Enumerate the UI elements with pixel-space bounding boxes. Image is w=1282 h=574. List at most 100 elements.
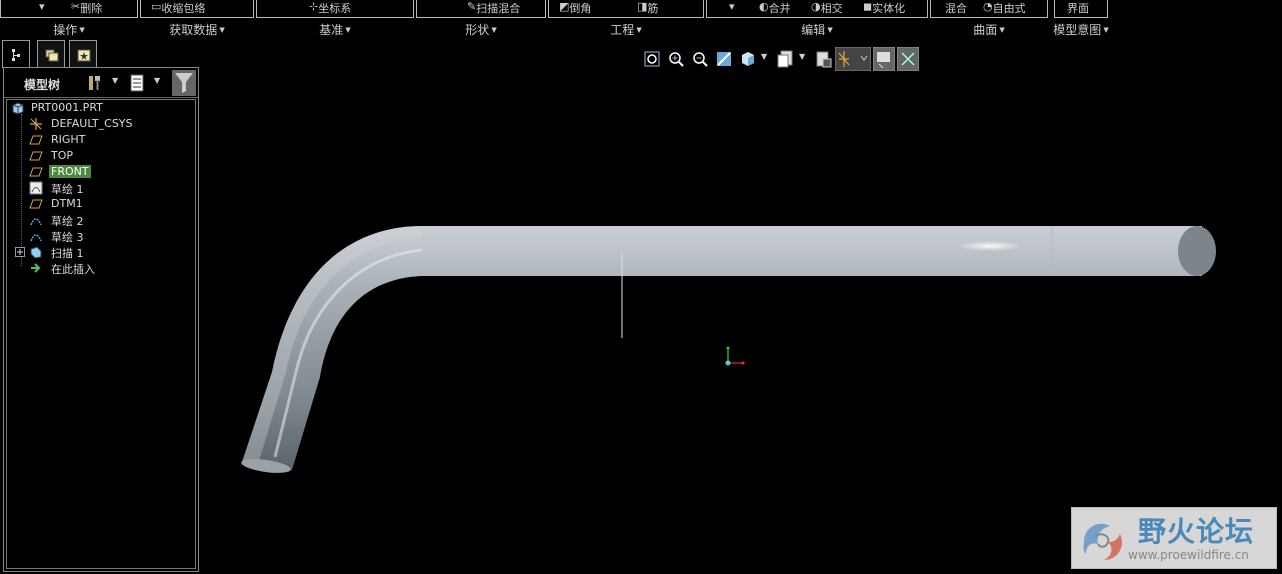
tree-guide-line	[21, 114, 22, 266]
ribbon-group-label-engineering[interactable]: 工程 ▼	[548, 21, 704, 38]
chamfer-button[interactable]: ◩ 倒角	[559, 0, 591, 15]
ribbon-row: ▾ ◐ 合并 ◑ 相交 ◼ 实体化	[706, 0, 928, 18]
display-style-icon[interactable]	[739, 49, 757, 69]
zoom-out-icon[interactable]	[691, 49, 709, 69]
tree-node-label: 草绘 2	[51, 215, 84, 228]
merge-button[interactable]: ◐ 合并	[759, 0, 791, 15]
model-tree-title: 模型树	[24, 78, 61, 92]
tab-model-tree[interactable]	[2, 40, 30, 68]
favorites-icon	[77, 49, 91, 62]
tree-node-label: DEFAULT_CSYS	[51, 117, 133, 130]
datum-display-icon[interactable]	[835, 47, 871, 71]
merge-label: 合并	[768, 2, 791, 15]
coordinate-triad-icon	[725, 346, 745, 366]
ribbon-row: ▾ ✂ 删除	[0, 0, 138, 18]
tree-node-label: PRT0001.PRT	[31, 101, 103, 114]
tree-node-label: 在此插入	[51, 263, 95, 276]
datum-plane-icon	[29, 151, 43, 161]
tree-icon	[12, 49, 20, 61]
intersect-button[interactable]: ◑ 相交	[811, 0, 843, 15]
ribbon-group-surfaces: 混合 ◔ 自由式 曲面 ▼	[930, 0, 1048, 40]
datum-plane-icon	[29, 135, 43, 145]
saved-orientations-icon[interactable]	[777, 49, 795, 69]
ribbon-group-get-data: ▭ 收缩包络 获取数据 ▼	[140, 0, 254, 40]
tree-node-label: 草绘 3	[51, 231, 84, 244]
ribbon-group-label-model-intent[interactable]: 模型意图 ▼	[1050, 21, 1112, 38]
ribbon-group-label-datum[interactable]: 基准 ▼	[256, 21, 414, 38]
tree-node-label: 草绘 1	[51, 183, 84, 196]
refit-icon[interactable]	[643, 49, 661, 69]
insert-arrow-icon	[31, 263, 41, 273]
shrinkwrap-button[interactable]: ▭ 收缩包络	[151, 0, 205, 15]
csys-button[interactable]: ⊹ 坐标系	[309, 0, 351, 15]
model-tree-header: 模型树 ▼ ▼	[4, 68, 198, 98]
tab-folder-browser[interactable]	[37, 40, 65, 67]
solidify-label: 实体化	[872, 2, 906, 15]
watermark-url: www.proewildfire.cn	[1128, 548, 1249, 562]
shrinkwrap-label: 收缩包络	[161, 2, 206, 15]
label: 曲面	[973, 23, 998, 37]
ribbon-row: 混合 ◔ 自由式	[930, 0, 1048, 18]
ribbon-row: ▭ 收缩包络	[140, 0, 254, 18]
ribbon-row: ◩ 倒角 ◨ 筋	[548, 0, 704, 18]
forum-watermark: 野火论坛 www.proewildfire.cn	[1071, 507, 1277, 569]
folders-icon	[45, 49, 59, 62]
interface-label: 界面	[1067, 2, 1089, 15]
delete-button[interactable]: ✂ 删除	[71, 0, 102, 15]
sweep-icon	[30, 246, 42, 259]
zoom-in-icon[interactable]	[667, 49, 685, 69]
csys-icon	[30, 118, 42, 130]
ribbon-row: 界面	[1054, 0, 1108, 18]
annotation-display-icon[interactable]	[873, 47, 895, 71]
label: 模型意图	[1053, 23, 1102, 37]
label: 工程	[610, 23, 635, 37]
freestyle-label: 自由式	[992, 2, 1026, 15]
freestyle-button[interactable]: ◔ 自由式	[983, 0, 1026, 15]
flame-logo-icon	[1083, 523, 1123, 560]
ribbon-group-model-intent: 界面 模型意图 ▼	[1050, 0, 1112, 40]
model-tree-panel: 模型树 ▼ ▼ PRT0001.PRT DEFAULT_CSYS RIGHT T…	[3, 67, 199, 572]
ribbon: ▾ ✂ 删除 操作 ▼ ▭ 收缩包络 获取数据 ▼ ⊹ 坐标系 基准 ▼ ✎ 扫描混合…	[0, 0, 1282, 40]
ribbon-group-label-surfaces[interactable]: 曲面 ▼	[930, 21, 1048, 38]
expand-plus-icon[interactable]	[15, 247, 25, 257]
intersect-label: 相交	[820, 2, 843, 15]
ribbon-group-label-get-data[interactable]: 获取数据 ▼	[140, 21, 254, 38]
tree-node-label: RIGHT	[51, 133, 86, 146]
chevron-down-icon[interactable]: ▼	[154, 76, 172, 94]
datum-plane-icon	[29, 199, 43, 209]
tab-favorites[interactable]	[69, 40, 97, 67]
rib-button[interactable]: ◨ 筋	[637, 0, 658, 15]
ribbon-group-label-operations[interactable]: 操作 ▼	[0, 21, 138, 38]
ribbon-group-shape: ✎ 扫描混合 形状 ▼	[416, 0, 546, 40]
ribbon-group-datum: ⊹ 坐标系 基准 ▼	[256, 0, 414, 40]
blend-label: 混合	[945, 2, 967, 15]
ribbon-row: ✎ 扫描混合	[416, 0, 546, 18]
spin-center-icon[interactable]	[897, 47, 919, 71]
swept-blend-button[interactable]: ✎ 扫描混合	[467, 0, 520, 15]
label: 形状	[465, 23, 490, 37]
view-manager-icon[interactable]	[815, 49, 833, 69]
label: 获取数据	[169, 23, 218, 37]
ribbon-group-edit: ▾ ◐ 合并 ◑ 相交 ◼ 实体化 编辑 ▼	[706, 0, 928, 40]
ribbon-group-engineering: ◩ 倒角 ◨ 筋 工程 ▼	[548, 0, 704, 40]
settings-tools-icon[interactable]	[86, 74, 104, 92]
solidify-button[interactable]: ◼ 实体化	[863, 0, 905, 15]
label: 基准	[319, 23, 344, 37]
repaint-icon[interactable]	[715, 49, 733, 69]
graphics-viewport[interactable]	[200, 72, 1282, 574]
chevron-down-icon[interactable]: ▾	[39, 0, 45, 13]
label: 操作	[53, 23, 78, 37]
show-list-icon[interactable]	[128, 74, 146, 92]
tree-node-label: TOP	[51, 149, 74, 162]
ribbon-group-label-edit[interactable]: 编辑 ▼	[706, 21, 928, 38]
tree-node-label: FRONT	[49, 165, 91, 178]
rib-label: 筋	[647, 2, 659, 15]
ribbon-group-label-shape[interactable]: 形状 ▼	[416, 21, 546, 38]
filter-icon[interactable]	[172, 70, 196, 96]
sketch-curve-icon	[30, 218, 42, 226]
chevron-down-icon[interactable]: ▾	[729, 0, 735, 13]
model-tree: PRT0001.PRT DEFAULT_CSYS RIGHT TOP FRONT	[6, 99, 196, 569]
swept-blend-label: 扫描混合	[476, 2, 521, 15]
ribbon-group-operations: ▾ ✂ 删除 操作 ▼	[0, 0, 138, 40]
chamfer-label: 倒角	[569, 2, 592, 15]
